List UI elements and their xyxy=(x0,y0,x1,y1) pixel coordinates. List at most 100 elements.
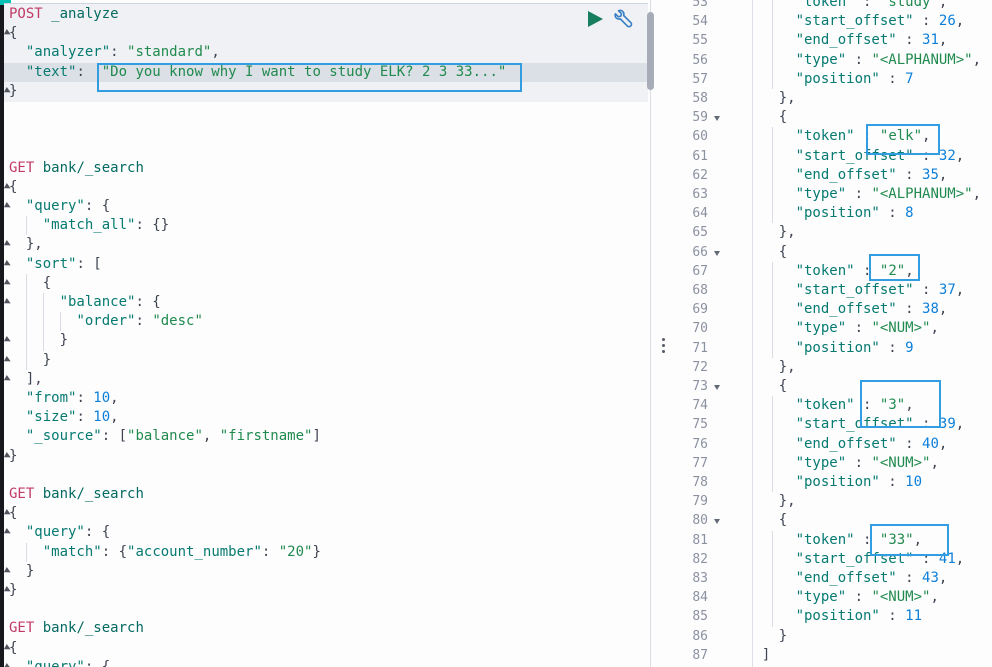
request-line[interactable]: { xyxy=(4,273,648,293)
code-token: "token" xyxy=(795,128,855,145)
response-line[interactable]: 65 }, xyxy=(676,223,992,242)
request-line[interactable]: } xyxy=(4,447,648,466)
response-line-text: "type" : "<NUM>", xyxy=(745,454,939,473)
request-line[interactable]: "order": "desc" xyxy=(4,312,648,332)
response-line[interactable]: 53 "token" : "study", xyxy=(676,0,992,13)
response-line[interactable]: 75 "start_offset" : 39, xyxy=(676,415,992,435)
response-line[interactable]: 54 "start_offset" : 26, xyxy=(676,12,992,32)
code-token: { xyxy=(9,639,18,656)
request-line[interactable]: "text": "Do you know why I want to study… xyxy=(4,63,648,82)
code-token: 10 xyxy=(905,474,923,490)
request-line[interactable]: POST _analyze xyxy=(4,5,648,24)
request-line[interactable]: } xyxy=(4,581,648,600)
request-line[interactable]: ], xyxy=(4,370,648,389)
response-line[interactable]: 60 "token" : "elk", xyxy=(676,127,992,147)
response-line[interactable]: 86 } xyxy=(676,627,992,646)
request-line-text: "query": { xyxy=(9,523,110,542)
response-viewer[interactable]: 53 "token" : "study", 54 "start_offset" :… xyxy=(676,0,992,667)
response-line[interactable]: 81 "token" : "33", xyxy=(676,530,992,550)
fold-down-icon[interactable] xyxy=(714,519,720,525)
response-line[interactable]: 83 "end_offset" : 43, xyxy=(676,569,992,589)
request-line[interactable]: { xyxy=(4,24,648,43)
request-line[interactable]: "match_all": {} xyxy=(4,216,648,236)
response-line[interactable]: 76 "end_offset" : 40, xyxy=(676,434,992,454)
response-line[interactable]: 74 "token" : "3", xyxy=(676,396,992,416)
code-token: "Do you know why I want to study ELK? 2 … xyxy=(101,63,507,80)
request-line[interactable]: GET bank/_search xyxy=(4,159,648,178)
request-line-text: POST _analyze xyxy=(9,5,119,24)
request-line[interactable]: }, xyxy=(4,235,648,254)
code-token: , xyxy=(905,397,914,414)
request-line[interactable]: GET bank/_search xyxy=(4,485,648,504)
request-line[interactable]: } xyxy=(4,331,648,351)
request-line[interactable]: "size": 10, xyxy=(4,408,648,427)
request-line[interactable]: } xyxy=(4,82,648,101)
response-line[interactable]: 67 "token" : "2", xyxy=(676,261,992,281)
request-line[interactable]: "query": { xyxy=(4,523,648,542)
response-line[interactable]: 80 { xyxy=(676,511,992,530)
response-line[interactable]: 78 "position" : 10 xyxy=(676,473,992,493)
code-token: "_source" xyxy=(25,428,102,445)
request-line[interactable]: { xyxy=(4,504,648,523)
response-line[interactable]: 69 "end_offset" : 38, xyxy=(676,300,992,320)
send-request-button[interactable] xyxy=(588,11,603,27)
response-line[interactable]: 63 "type" : "<ALPHANUM>", xyxy=(676,185,992,205)
request-line[interactable]: "query": { xyxy=(4,197,648,216)
request-line[interactable]: { xyxy=(4,639,648,658)
line-number: 84 xyxy=(692,590,708,606)
response-line[interactable]: 68 "start_offset" : 37, xyxy=(676,281,992,301)
response-line[interactable]: 56 "type" : "<ALPHANUM>", xyxy=(676,50,992,70)
response-line-text: { xyxy=(745,243,787,262)
response-line[interactable]: 84 "type" : "<NUM>", xyxy=(676,588,992,608)
request-line[interactable]: "balance": { xyxy=(4,293,648,313)
code-token: "end_offset" xyxy=(795,570,897,586)
code-token: : xyxy=(913,416,939,433)
response-line[interactable]: 72 }, xyxy=(676,358,992,377)
request-editor[interactable]: POST _analyze{ "analyzer": "standard", "… xyxy=(4,0,648,667)
response-line-text: "start_offset" : 41, xyxy=(745,550,965,569)
fold-down-icon[interactable] xyxy=(714,116,720,122)
request-line[interactable]: GET bank/_search xyxy=(4,619,648,638)
request-line[interactable]: "analyzer": "standard", xyxy=(4,43,648,62)
request-line[interactable]: "sort": [ xyxy=(4,255,648,274)
request-line[interactable]: } xyxy=(4,350,648,370)
response-line-text: { xyxy=(745,377,787,396)
scrollbar-thumb[interactable] xyxy=(647,12,654,90)
code-token: "match_all" xyxy=(42,217,136,234)
response-line-text: "position" : 11 xyxy=(745,607,922,626)
response-line[interactable]: 62 "end_offset" : 35, xyxy=(676,165,992,185)
response-line[interactable]: 59 { xyxy=(676,108,992,127)
response-line-text: "end_offset" : 40, xyxy=(745,435,948,454)
request-line[interactable]: "match": {"account_number": "20"} xyxy=(4,542,648,562)
response-line[interactable]: 82 "start_offset" : 41, xyxy=(676,549,992,569)
response-line[interactable]: 73 { xyxy=(676,377,992,396)
response-line[interactable]: 79 }, xyxy=(676,492,992,511)
response-line[interactable]: 58 }, xyxy=(676,89,992,108)
panel-resize-handle[interactable] xyxy=(660,336,667,355)
response-line[interactable]: 71 "position" : 9 xyxy=(676,338,992,358)
response-line[interactable]: 57 "position" : 7 xyxy=(676,69,992,89)
request-line[interactable]: "from": 10, xyxy=(4,389,648,408)
request-line[interactable]: "_source": ["balance", "firstname"] xyxy=(4,427,648,446)
fold-down-icon[interactable] xyxy=(714,250,720,256)
response-line[interactable]: 61 "start_offset" : 32, xyxy=(676,146,992,166)
request-line[interactable]: "query": { xyxy=(4,658,648,667)
response-line-text: "position" : 9 xyxy=(745,339,914,358)
response-line[interactable]: 77 "type" : "<NUM>", xyxy=(676,453,992,473)
fold-down-icon[interactable] xyxy=(714,385,720,390)
response-line[interactable]: 64 "position" : 8 xyxy=(676,204,992,224)
request-options-button[interactable] xyxy=(613,8,635,30)
code-token: , xyxy=(972,186,982,202)
request-line[interactable]: { xyxy=(4,178,648,197)
response-line[interactable]: 70 "type" : "<NUM>", xyxy=(676,319,992,339)
response-line[interactable]: 55 "end_offset" : 31, xyxy=(676,31,992,51)
response-line[interactable]: 87 ] xyxy=(676,646,992,665)
request-line[interactable]: } xyxy=(4,562,648,581)
response-line[interactable]: 66 { xyxy=(676,243,992,262)
code-token: GET xyxy=(9,159,35,176)
code-token: bank/_search xyxy=(42,159,144,176)
response-line[interactable]: 85 "position" : 11 xyxy=(676,607,992,627)
